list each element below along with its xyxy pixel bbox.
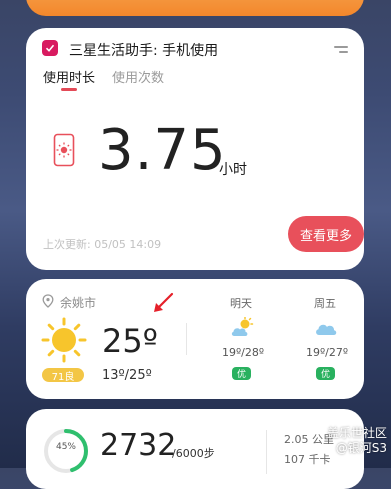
watermark: 盖乐世社区 @银河S3 — [327, 426, 387, 456]
forecast-range-friday: 19º/27º — [306, 346, 349, 359]
last-update-text: 上次更新: 05/05 14:09 — [43, 238, 162, 251]
weather-card[interactable]: 余姚市 71良 25º 13º/25º 明天 19º/28º 优 周五 19º/… — [26, 279, 364, 399]
forecast-range-tomorrow: 19º/28º — [222, 346, 265, 359]
calories-value: 107 千卡 — [284, 453, 331, 466]
forecast-day-tomorrow: 明天 — [230, 297, 252, 310]
steps-progress-label: 45% — [55, 442, 76, 452]
watermark-line2: @银河S3 — [335, 441, 387, 455]
red-arrow-annotation-icon — [154, 292, 174, 312]
weather-divider — [186, 323, 187, 355]
view-more-button[interactable]: 查看更多 — [288, 216, 364, 252]
active-tab-indicator — [61, 88, 77, 91]
forecast-day-friday: 周五 — [314, 297, 336, 310]
usage-value: 3.75 — [98, 118, 227, 183]
forecast-quality-tomorrow: 优 — [232, 367, 251, 380]
steps-card[interactable]: 45% 2732 /6000步 2.05 公里 107 千卡 — [26, 409, 364, 489]
steps-goal: /6000步 — [172, 447, 215, 460]
phone-usage-card[interactable]: 三星生活助手: 手机使用 使用时长 使用次数 3.75 小时 上次更新: 05/… — [26, 28, 364, 270]
partly-cloudy-icon — [231, 317, 254, 336]
location-pin-icon — [42, 294, 54, 308]
cloud-icon — [316, 324, 337, 335]
usage-unit: 小时 — [219, 162, 247, 178]
phone-brightness-icon — [53, 133, 75, 167]
aqi-badge: 71良 — [42, 368, 84, 383]
today-temperature-range: 13º/25º — [102, 368, 152, 383]
tab-usage-count[interactable]: 使用次数 — [112, 67, 164, 86]
sunny-icon — [41, 317, 87, 363]
forecast-quality-friday: 优 — [316, 367, 335, 380]
card-title: 三星生活助手: 手机使用 — [69, 43, 219, 59]
tab-usage-time[interactable]: 使用时长 — [43, 67, 95, 86]
steps-divider — [266, 430, 267, 474]
location-name: 余姚市 — [60, 296, 97, 310]
orange-card-edge[interactable] — [26, 0, 364, 16]
steps-count: 2732 — [100, 428, 177, 463]
drag-handle-icon[interactable] — [334, 46, 348, 54]
current-temperature: 25º — [102, 322, 158, 360]
samsung-assistant-app-icon — [42, 40, 58, 56]
watermark-line1: 盖乐世社区 — [326, 426, 387, 440]
